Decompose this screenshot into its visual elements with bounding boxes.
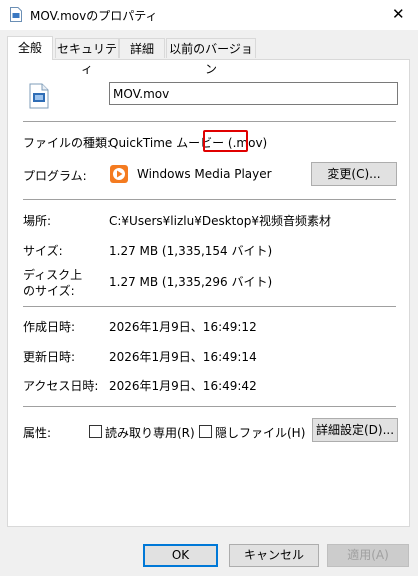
program-value: Windows Media Player bbox=[137, 167, 272, 181]
accessed-label: アクセス日時: bbox=[23, 379, 99, 393]
separator bbox=[23, 406, 396, 407]
cancel-button[interactable]: キャンセル bbox=[229, 544, 319, 567]
annotation-highlight-box bbox=[203, 130, 248, 152]
location-label: 場所: bbox=[23, 214, 52, 228]
apply-button[interactable]: 適用(A) bbox=[327, 544, 409, 567]
window-title: MOV.movのプロパティ bbox=[30, 9, 158, 23]
separator bbox=[23, 306, 396, 307]
modified-value: 2026年1月9日、16:49:14 bbox=[109, 350, 257, 364]
read-only-checkbox[interactable] bbox=[89, 425, 102, 438]
size-on-disk-value: 1.27 MB (1,335,296 バイト) bbox=[109, 275, 273, 289]
video-file-icon bbox=[29, 83, 49, 109]
tab-security[interactable]: セキュリティ bbox=[55, 38, 119, 76]
ok-button[interactable]: OK bbox=[143, 544, 218, 567]
location-value: C:¥Users¥lizlu¥Desktop¥视频音频素材 bbox=[109, 214, 331, 228]
hidden-checkbox[interactable] bbox=[199, 425, 212, 438]
accessed-value: 2026年1月9日、16:49:42 bbox=[109, 379, 257, 393]
advanced-button[interactable]: 詳細設定(D)... bbox=[312, 418, 398, 442]
program-label: プログラム: bbox=[23, 169, 87, 183]
windows-media-player-icon bbox=[110, 165, 128, 183]
size-label: サイズ: bbox=[23, 244, 63, 258]
tab-previous-versions[interactable]: 以前のバージョン bbox=[166, 38, 256, 76]
change-program-button[interactable]: 変更(C)... bbox=[311, 162, 397, 186]
file-name-input[interactable] bbox=[109, 82, 398, 105]
hidden-label[interactable]: 隠しファイル(H) bbox=[215, 424, 305, 441]
tab-general[interactable]: 全般 bbox=[7, 36, 53, 60]
created-label: 作成日時: bbox=[23, 320, 76, 334]
size-value: 1.27 MB (1,335,154 バイト) bbox=[109, 244, 273, 258]
video-file-icon bbox=[10, 7, 22, 22]
separator bbox=[23, 199, 396, 200]
size-on-disk-label-line2: のサイズ: bbox=[23, 284, 75, 298]
modified-label: 更新日時: bbox=[23, 350, 76, 364]
read-only-label[interactable]: 読み取り専用(R) bbox=[105, 424, 195, 441]
size-on-disk-label-line1: ディスク上 bbox=[23, 268, 83, 282]
separator bbox=[23, 121, 396, 122]
attributes-label: 属性: bbox=[23, 426, 52, 440]
tab-details[interactable]: 詳細 bbox=[119, 38, 165, 58]
close-icon[interactable]: ✕ bbox=[392, 7, 405, 22]
created-value: 2026年1月9日、16:49:12 bbox=[109, 320, 257, 334]
file-type-label: ファイルの種類: bbox=[23, 136, 112, 150]
